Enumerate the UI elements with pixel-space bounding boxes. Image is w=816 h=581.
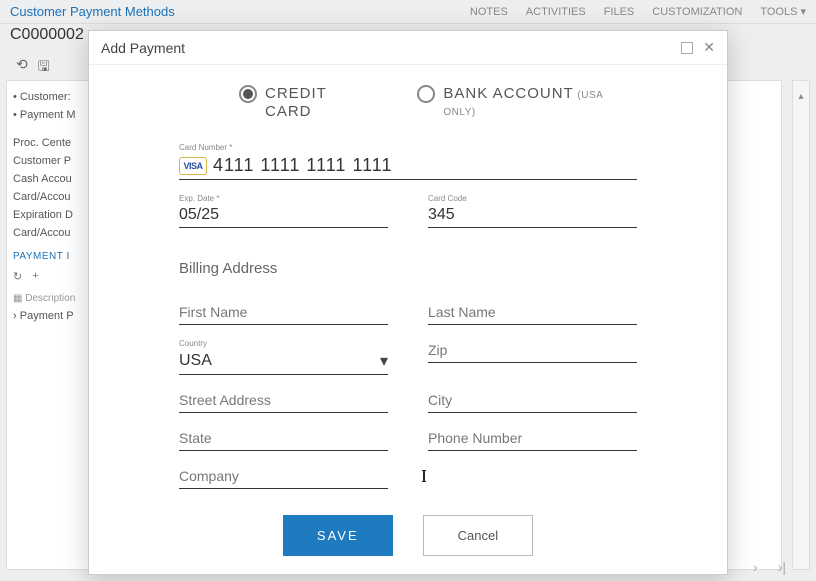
refresh-icon[interactable]: ↻ [13, 270, 22, 283]
modal-title: Add Payment [101, 40, 673, 56]
pager-last-icon[interactable]: ›| [778, 559, 786, 575]
state-field[interactable]: State [179, 427, 388, 451]
phone-field[interactable]: Phone Number [428, 427, 637, 451]
visa-badge-icon: VISA [179, 157, 207, 175]
scrollbar[interactable] [792, 80, 810, 570]
grid-icon: ▦ [13, 293, 22, 304]
card-code-field[interactable]: Card Code 345 [428, 194, 637, 228]
zip-field[interactable]: Zip [428, 339, 637, 375]
close-icon[interactable]: ✕ [703, 39, 715, 56]
back-icon[interactable]: ⟲ [16, 56, 28, 80]
description-col: Description [25, 293, 75, 304]
street-field[interactable]: Street Address [179, 389, 388, 413]
pager-next-icon[interactable]: › [753, 559, 758, 575]
card-code-value: 345 [428, 204, 637, 228]
save-button[interactable]: SAVE [283, 515, 393, 556]
radio-credit-card-label: CREDIT CARD [265, 85, 377, 121]
country-label: Country [179, 339, 388, 348]
country-value: USA [179, 352, 212, 370]
maximize-icon[interactable] [681, 42, 693, 54]
exp-date-value: 05/25 [179, 204, 388, 228]
radio-bank-account[interactable]: BANK ACCOUNT (USA ONLY) [417, 85, 637, 118]
radio-circle-icon [239, 85, 257, 103]
files-link[interactable]: FILES [604, 6, 635, 18]
billing-address-title: Billing Address [179, 260, 637, 277]
country-field[interactable]: Country USA [179, 339, 388, 375]
card-number-value: 4111 1111 1111 1111 [213, 155, 392, 176]
cancel-button[interactable]: Cancel [423, 515, 533, 556]
tools-menu[interactable]: TOOLS ▾ [760, 5, 806, 18]
page-title: Customer Payment Methods [10, 4, 175, 19]
exp-date-field[interactable]: Exp. Date * 05/25 [179, 194, 388, 228]
expand-row-icon[interactable]: › [13, 310, 17, 322]
add-icon[interactable]: + [32, 270, 38, 283]
city-field[interactable]: City [428, 389, 637, 413]
card-number-field[interactable]: Card Number * VISA 4111 1111 1111 1111 [179, 143, 637, 180]
customization-link[interactable]: CUSTOMIZATION [652, 6, 742, 18]
activities-link[interactable]: ACTIVITIES [526, 6, 586, 18]
radio-credit-card[interactable]: CREDIT CARD [239, 85, 377, 121]
notes-link[interactable]: NOTES [470, 6, 508, 18]
chevron-down-icon [380, 351, 388, 371]
radio-circle-icon [417, 85, 435, 103]
company-field[interactable]: Company [179, 465, 388, 489]
card-code-label: Card Code [428, 194, 637, 203]
radio-bank-account-label: BANK ACCOUNT [443, 85, 573, 102]
customer-id: C0000002 [10, 26, 84, 44]
card-number-label: Card Number * [179, 143, 637, 152]
last-name-field[interactable]: Last Name [428, 301, 637, 325]
exp-date-label: Exp. Date * [179, 194, 388, 203]
first-name-field[interactable]: First Name [179, 301, 388, 325]
save-icon[interactable]: 🖫 [38, 56, 50, 80]
grid-row-payment[interactable]: Payment P [20, 310, 74, 322]
add-payment-modal: Add Payment ✕ CREDIT CARD BANK ACCOUNT (… [88, 30, 728, 575]
